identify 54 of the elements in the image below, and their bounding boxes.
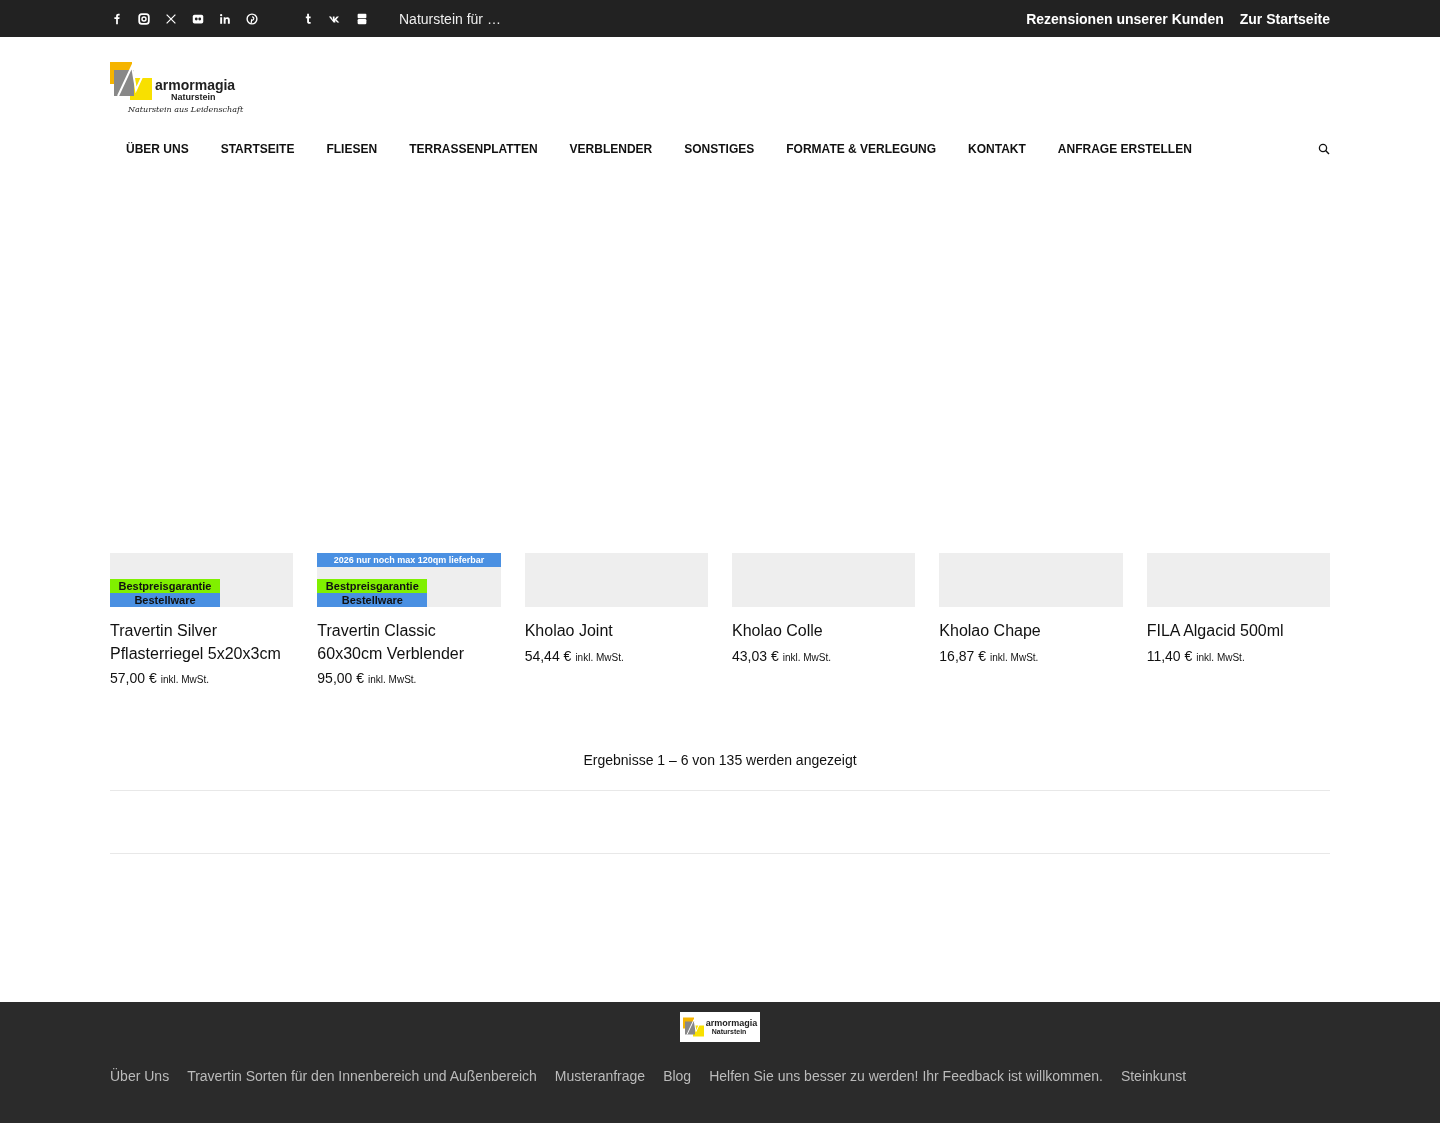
tax-note: inkl. MwSt. [990, 651, 1039, 663]
tax-note: inkl. MwSt. [160, 674, 210, 685]
top-link[interactable]: Zur Startseite [1239, 10, 1330, 27]
product-price: 16,87 € [939, 647, 987, 664]
logo-name: armormagia [705, 1018, 758, 1028]
product-title[interactable]: FILA Algacid 500ml [1146, 620, 1330, 643]
linkedin-icon[interactable] [218, 11, 232, 26]
product-label: Bestpreisgarantie [317, 579, 428, 593]
footer-link[interactable]: Über Uns [110, 1068, 170, 1084]
nav-item[interactable]: VERBLENDER [553, 142, 669, 156]
tax-note: inkl. MwSt. [782, 651, 832, 663]
nav-item[interactable]: FLIESEN [310, 142, 394, 156]
nav-item[interactable]: KONTAKT [952, 142, 1042, 156]
top-link[interactable]: Rezensionen unserer Kunden [1026, 10, 1224, 27]
product-price: 43,03 € [732, 647, 779, 664]
product-price: 95,00 € [317, 670, 365, 686]
logo-name: armormagia [155, 78, 236, 92]
product-image[interactable]: Bestpreisgarantie Bestellware [110, 553, 294, 607]
footer-link[interactable]: Steinkunst [1120, 1068, 1187, 1084]
product-title[interactable]: Travertin Silver Pflasterriegel 5x20x3cm [110, 620, 294, 665]
tax-note: inkl. MwSt. [575, 651, 624, 663]
site-logo[interactable]: armormagia Naturstein Naturstein aus Leidenschaft [110, 60, 246, 114]
logo-tagline: Naturstein aus Leidenschaft [128, 105, 244, 114]
stock-banner: 2026 nur noch max 120qm lieferbar [317, 553, 501, 567]
footer-link[interactable]: Travertin Sorten für den Innenbereich und Außenbereich [187, 1068, 537, 1084]
product-price: 57,00 € [110, 670, 157, 686]
logo-mark-icon [682, 1016, 705, 1038]
tax-note: inkl. MwSt. [1196, 651, 1245, 663]
tax-note: inkl. MwSt. [368, 674, 417, 685]
product-title[interactable]: Travertin Classic 60x30cm Verblender [317, 620, 501, 665]
nav-item[interactable]: ANFRAGE ERSTELLEN [1041, 142, 1208, 156]
product-image[interactable]: 2026 nur noch max 120qm lieferbar Bestpreisgarantie Bestellware [317, 553, 501, 607]
product-label: Bestellware [110, 593, 220, 607]
footer-link[interactable]: Musteranfrage [554, 1068, 646, 1084]
instagram-icon[interactable] [137, 11, 151, 26]
product-label: Bestellware [317, 593, 428, 607]
product-price: 11,40 € [1146, 647, 1193, 664]
nav-item[interactable]: FORMATE & VERLEGUNG [770, 142, 953, 156]
result-count: Ergebnisse 1 – 6 von 135 werden angezeigt [582, 752, 858, 768]
product-title[interactable]: Kholao Chape [939, 620, 1123, 643]
footer-link[interactable]: Blog [663, 1068, 692, 1084]
nav-item[interactable]: SONSTIGES [668, 142, 771, 156]
product-title[interactable]: Kholao Colle [732, 620, 916, 643]
nav-item[interactable]: ÜBER UNS [110, 142, 205, 156]
footer-link[interactable]: Helfen Sie uns besser zu werden! Ihr Feedback ist willkommen. [709, 1068, 1103, 1084]
search-icon[interactable] [1318, 143, 1330, 155]
logo-mark-icon [110, 60, 154, 102]
product-label: Bestpreisgarantie [110, 579, 220, 593]
product-price: 54,44 € [524, 647, 572, 664]
logo-subtitle: Naturstein [171, 92, 217, 102]
nav-item[interactable]: STARTSEITE [204, 142, 311, 156]
nav-item[interactable]: TERRASSENPLATTEN [393, 142, 554, 156]
product-title[interactable]: Kholao Joint [524, 620, 708, 643]
news-ticker[interactable]: Naturstein für … [399, 10, 501, 27]
